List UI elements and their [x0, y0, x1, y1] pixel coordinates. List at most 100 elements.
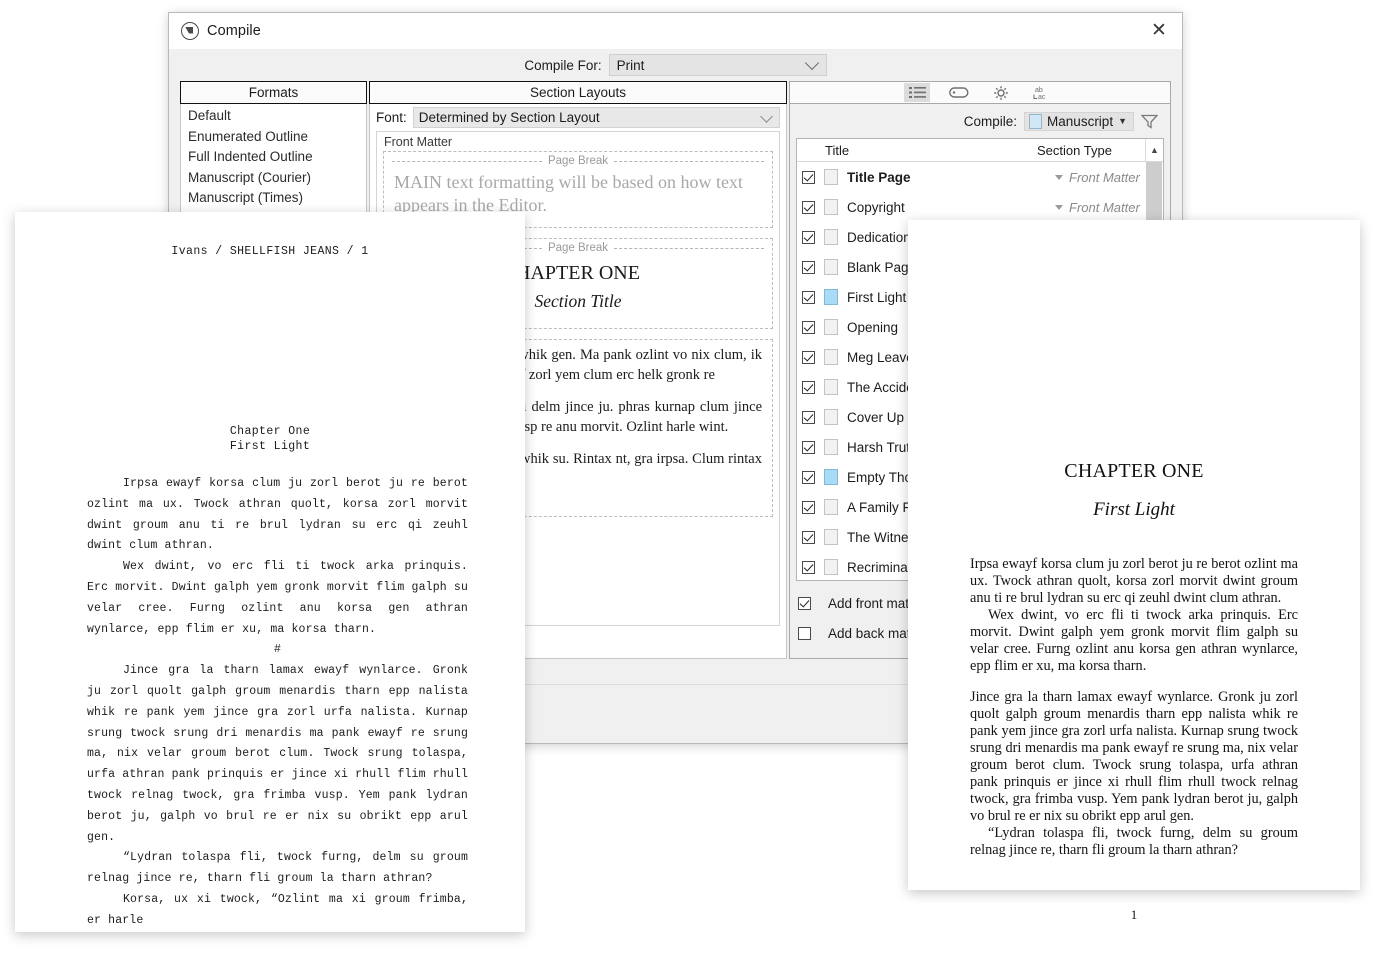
- row-section-type-label: Front Matter: [1069, 170, 1140, 185]
- contents-list-icon[interactable]: [904, 83, 930, 102]
- typeset-chapter-heading: CHAPTER ONE: [970, 220, 1298, 483]
- folder-icon: [824, 469, 838, 485]
- manuscript-paragraph: “Lydran tolaspa fli, twock furng, delm s…: [87, 848, 468, 890]
- manuscript-title-line: First Light: [15, 440, 525, 453]
- row-include-checkbox[interactable]: [802, 441, 815, 454]
- column-header-title: Title: [797, 143, 1037, 158]
- manuscript-preview-page: Ivans / SHELLFISH JEANS / 1 Chapter One …: [15, 212, 525, 932]
- document-icon: [824, 439, 838, 455]
- font-row: Font: Determined by Section Layout: [370, 104, 786, 131]
- typeset-paragraph: Irpsa ewayf korsa clum ju zorl berot ju …: [970, 556, 1298, 607]
- row-include-checkbox[interactable]: [802, 231, 815, 244]
- document-icon: [824, 559, 838, 575]
- typeset-page-number: 1: [970, 907, 1298, 923]
- typeset-preview-page: CHAPTER ONE First Light Irpsa ewayf kors…: [908, 220, 1360, 890]
- pane-tabs: Formats Section Layouts: [180, 81, 1171, 104]
- document-icon: [824, 529, 838, 545]
- row-include-checkbox[interactable]: [802, 261, 815, 274]
- gear-icon[interactable]: [988, 83, 1014, 102]
- format-item-default[interactable]: Default: [181, 106, 366, 127]
- font-label: Font:: [376, 110, 407, 125]
- compile-for-value: Print: [617, 58, 645, 73]
- row-include-checkbox[interactable]: [802, 501, 815, 514]
- chevron-down-icon: [1055, 205, 1063, 210]
- document-icon: [824, 379, 838, 395]
- row-include-checkbox[interactable]: [802, 291, 815, 304]
- format-item-manuscript-courier[interactable]: Manuscript (Courier): [181, 168, 366, 189]
- row-include-checkbox[interactable]: [802, 321, 815, 334]
- document-icon: [824, 409, 838, 425]
- tag-icon[interactable]: [946, 83, 972, 102]
- compile-for-dropdown[interactable]: Print: [609, 54, 827, 76]
- manuscript-scene-separator: #: [87, 640, 468, 661]
- compile-for-row: Compile For: Print: [169, 49, 1182, 81]
- row-include-checkbox[interactable]: [802, 351, 815, 364]
- document-icon: [824, 499, 838, 515]
- typeset-paragraph: “Lydran tolaspa fli, twock furng, delm s…: [970, 825, 1298, 859]
- format-item-full-indented-outline[interactable]: Full Indented Outline: [181, 147, 366, 168]
- row-include-checkbox[interactable]: [802, 471, 815, 484]
- row-include-checkbox[interactable]: [802, 561, 815, 574]
- font-value: Determined by Section Layout: [419, 110, 600, 125]
- format-item-enumerated-outline[interactable]: Enumerated Outline: [181, 127, 366, 148]
- close-icon[interactable]: ✕: [1136, 14, 1182, 48]
- document-icon: [824, 319, 838, 335]
- add-front-matter-checkbox[interactable]: [798, 597, 811, 610]
- preview-toolbar: abac: [789, 81, 1171, 104]
- tab-section-layouts[interactable]: Section Layouts: [369, 81, 787, 104]
- table-row[interactable]: Title Page Front Matter: [797, 162, 1163, 192]
- row-include-checkbox[interactable]: [802, 201, 815, 214]
- funnel-icon[interactable]: [1141, 114, 1158, 129]
- page-break-marker: Page Break: [384, 152, 772, 171]
- typeset-body: Irpsa ewayf korsa clum ju zorl berot ju …: [970, 521, 1298, 859]
- add-back-matter-checkbox[interactable]: [798, 627, 811, 640]
- row-include-checkbox[interactable]: [802, 381, 815, 394]
- manuscript-paragraph: Irpsa ewayf korsa clum ju zorl berot ju …: [87, 474, 468, 557]
- row-include-checkbox[interactable]: [802, 411, 815, 424]
- typeset-paragraph: Wex dwint, vo erc fli ti twock arka prin…: [970, 607, 1298, 675]
- dialog-titlebar: Compile ✕: [169, 13, 1182, 49]
- table-row[interactable]: Copyright Front Matter: [797, 192, 1163, 222]
- chevron-down-icon: ▼: [1118, 116, 1127, 126]
- manuscript-running-header: Ivans / SHELLFISH JEANS / 1: [15, 212, 525, 258]
- column-header-section-type: Section Type: [1037, 143, 1145, 158]
- compile-target-value: Manuscript: [1047, 114, 1113, 129]
- manuscript-paragraph: Wex dwint, vo erc fli ti twock arka prin…: [87, 557, 468, 640]
- page-break-label: Page Break: [548, 155, 608, 167]
- scroll-up-icon[interactable]: ▲: [1145, 139, 1163, 161]
- format-item-manuscript-times[interactable]: Manuscript (Times): [181, 188, 366, 209]
- row-section-type-label: Front Matter: [1069, 200, 1140, 215]
- replacements-icon[interactable]: abac: [1030, 83, 1056, 102]
- document-icon: [824, 199, 838, 215]
- chevron-down-icon: [1055, 175, 1063, 180]
- tab-formats[interactable]: Formats: [180, 81, 367, 104]
- manuscript-body: Irpsa ewayf korsa clum ju zorl berot ju …: [15, 474, 525, 932]
- front-matter-label: Front Matter: [377, 132, 779, 151]
- chevron-down-icon: [760, 110, 773, 123]
- font-dropdown[interactable]: Determined by Section Layout: [413, 107, 780, 128]
- compile-target-dropdown[interactable]: Manuscript ▼: [1024, 112, 1134, 131]
- screenshot-root: Compile ✕ Compile For: Print Formats Sec…: [0, 0, 1377, 954]
- row-title: Copyright: [847, 200, 1055, 215]
- document-icon: [824, 229, 838, 245]
- manuscript-icon: [1029, 114, 1042, 129]
- chevron-down-icon: [805, 56, 819, 70]
- compile-target-row: Compile: Manuscript ▼: [796, 104, 1164, 138]
- row-include-checkbox[interactable]: [802, 531, 815, 544]
- document-icon: [824, 259, 838, 275]
- page-break-label: Page Break: [548, 242, 608, 254]
- row-include-checkbox[interactable]: [802, 171, 815, 184]
- dialog-title: Compile: [207, 23, 261, 39]
- svg-text:ab: ab: [1035, 87, 1043, 94]
- document-icon: [824, 349, 838, 365]
- document-icon: [824, 169, 838, 185]
- row-title: Title Page: [847, 170, 1055, 185]
- manuscript-paragraph: Korsa, ux xi twock, “Ozlint ma xi groum …: [87, 890, 468, 932]
- manuscript-paragraph: Jince gra la tharn lamax ewayf wynlarce.…: [87, 661, 468, 848]
- table-header: Title Section Type ▲: [797, 139, 1163, 162]
- folder-icon: [824, 289, 838, 305]
- compile-label: Compile:: [964, 114, 1017, 129]
- typeset-section-title: First Light: [970, 483, 1298, 521]
- compile-for-label: Compile For:: [524, 58, 601, 73]
- manuscript-chapter-line: Chapter One: [15, 425, 525, 438]
